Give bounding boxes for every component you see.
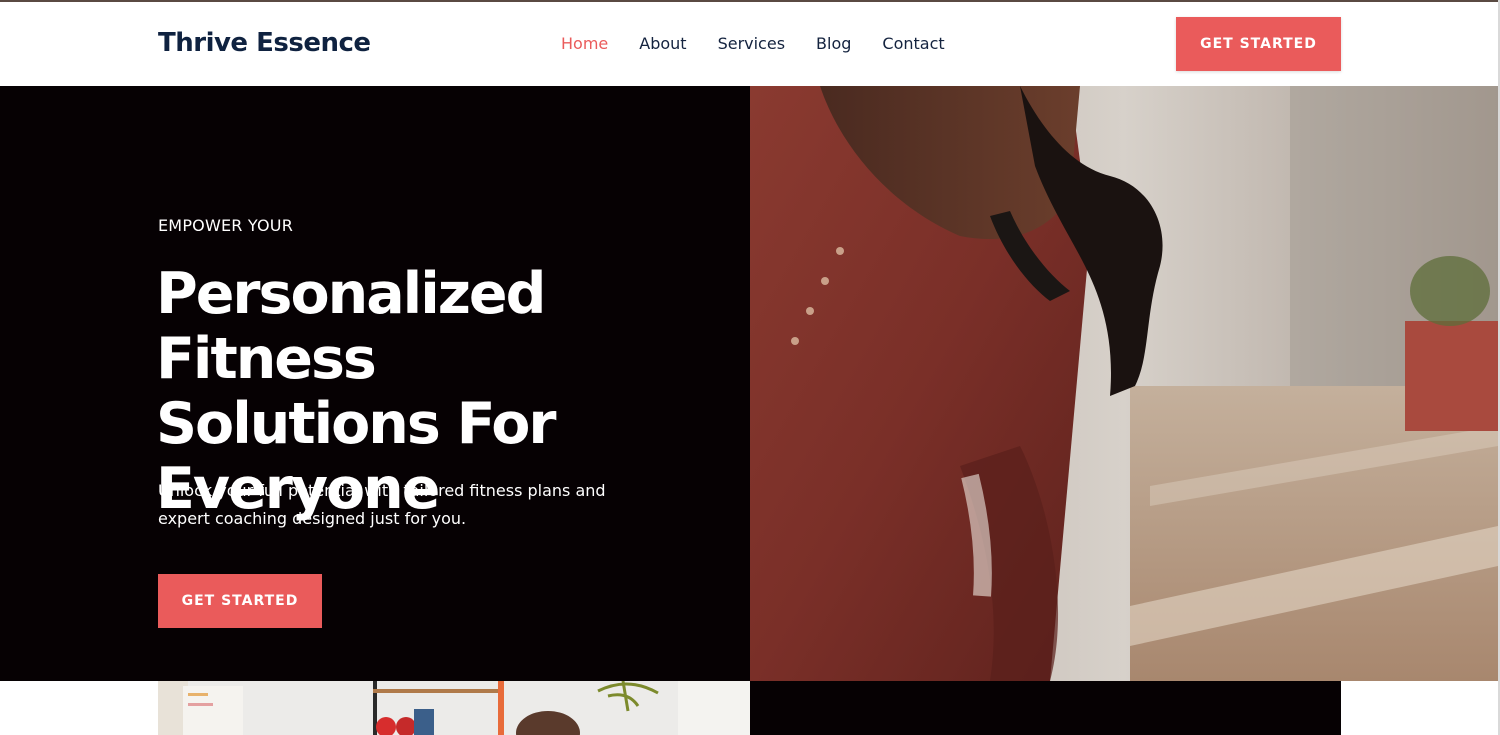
- header-get-started-button[interactable]: GET STARTED: [1176, 17, 1341, 71]
- hero-section: EMPOWER YOUR Personalized Fitness Soluti…: [0, 86, 750, 681]
- woman-exercising-photo-icon: [750, 86, 1498, 681]
- hero-get-started-button[interactable]: GET STARTED: [158, 574, 322, 628]
- main-nav: Home About Services Blog Contact: [561, 34, 945, 53]
- nav-services[interactable]: Services: [718, 34, 785, 53]
- bottom-image: [158, 681, 750, 735]
- nav-blog[interactable]: Blog: [816, 34, 851, 53]
- nav-contact[interactable]: Contact: [882, 34, 944, 53]
- gym-interior-photo-icon: [158, 681, 750, 735]
- hero-eyebrow: EMPOWER YOUR: [158, 216, 294, 235]
- hero-headline-line2: Solutions For: [156, 391, 557, 457]
- hero-headline-line1: Personalized Fitness: [156, 261, 546, 392]
- hero-image: [750, 86, 1498, 681]
- nav-home[interactable]: Home: [561, 34, 608, 53]
- site-header: Thrive Essence Home About Services Blog …: [0, 2, 1498, 86]
- site-logo[interactable]: Thrive Essence: [158, 28, 371, 58]
- nav-about[interactable]: About: [639, 34, 686, 53]
- hero-subtext: Unlock your full potential with tailored…: [158, 481, 606, 528]
- bottom-dark-block: [750, 681, 1341, 735]
